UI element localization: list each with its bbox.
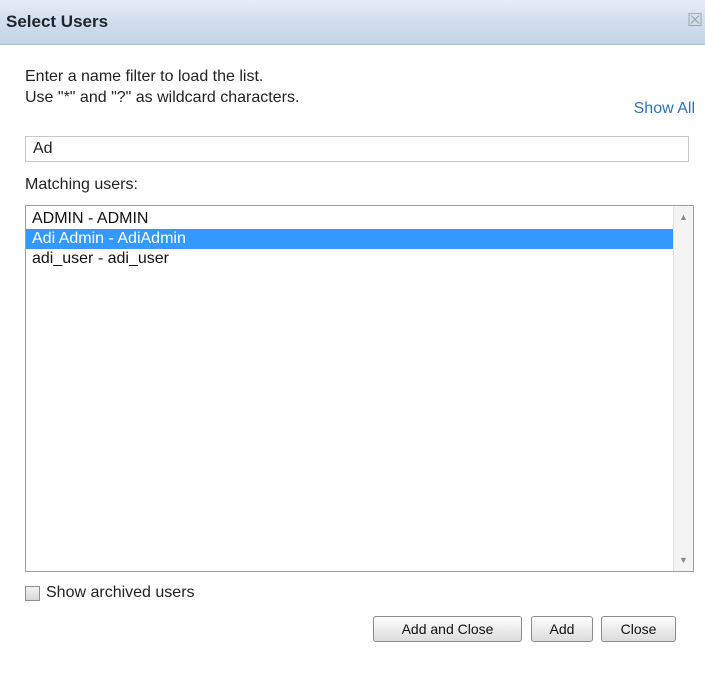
add-button[interactable]: Add [531, 616, 593, 642]
filter-instructions: Enter a name filter to load the list. Us… [25, 66, 299, 108]
user-list-item[interactable]: ADMIN - ADMIN [26, 209, 673, 229]
dialog-titlebar: Select Users ☒ [0, 0, 705, 45]
list-scrollbar[interactable]: ▲ ▼ [673, 206, 693, 571]
scroll-down-icon[interactable]: ▼ [674, 551, 693, 569]
user-list-item[interactable]: adi_user - adi_user [26, 249, 673, 269]
show-archived-checkbox[interactable] [25, 586, 40, 601]
close-icon[interactable]: ☒ [687, 11, 703, 29]
close-button[interactable]: Close [601, 616, 676, 642]
instruction-line-2: Use "*" and "?" as wildcard characters. [25, 89, 300, 106]
user-list-items: ADMIN - ADMIN Adi Admin - AdiAdmin adi_use… [26, 209, 673, 269]
instruction-line-1: Enter a name filter to load the list. [25, 68, 264, 85]
add-and-close-button[interactable]: Add and Close [373, 616, 522, 642]
show-archived-label[interactable]: Show archived users [46, 584, 195, 602]
scroll-up-icon[interactable]: ▲ [674, 208, 693, 226]
name-filter-input[interactable] [25, 136, 689, 162]
show-all-link[interactable]: Show All [634, 100, 695, 118]
matching-users-label: Matching users: [25, 176, 138, 193]
dialog-title: Select Users [6, 12, 109, 31]
matching-users-list[interactable]: ADMIN - ADMIN Adi Admin - AdiAdmin adi_use… [25, 205, 694, 572]
user-list-item[interactable]: Adi Admin - AdiAdmin [26, 229, 673, 249]
